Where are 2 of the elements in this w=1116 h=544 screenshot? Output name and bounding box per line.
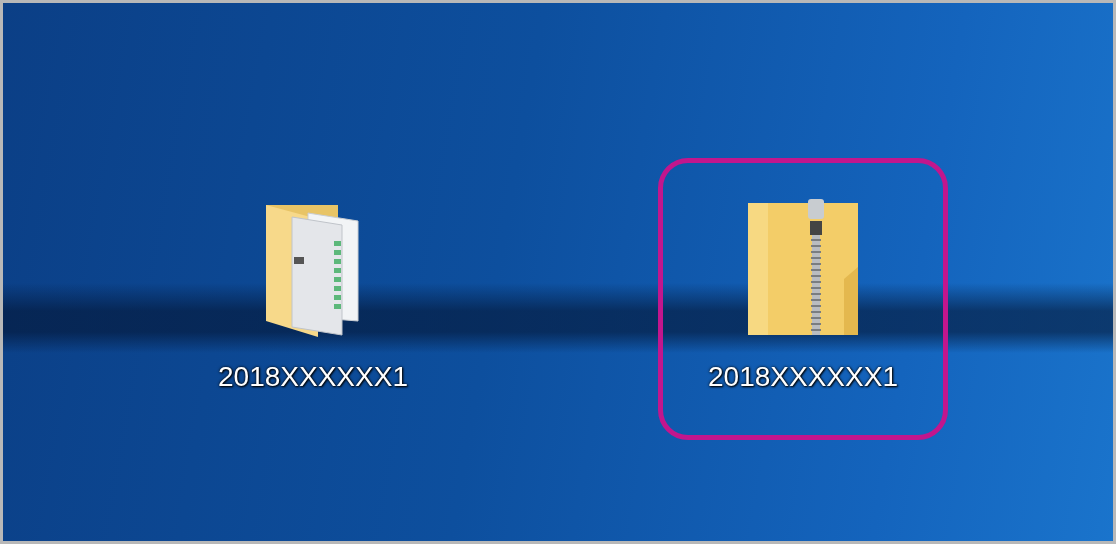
file-name[interactable]: 2018XXXXXX1	[218, 361, 408, 393]
file-name[interactable]: 2018XXXXXX1	[708, 361, 898, 393]
